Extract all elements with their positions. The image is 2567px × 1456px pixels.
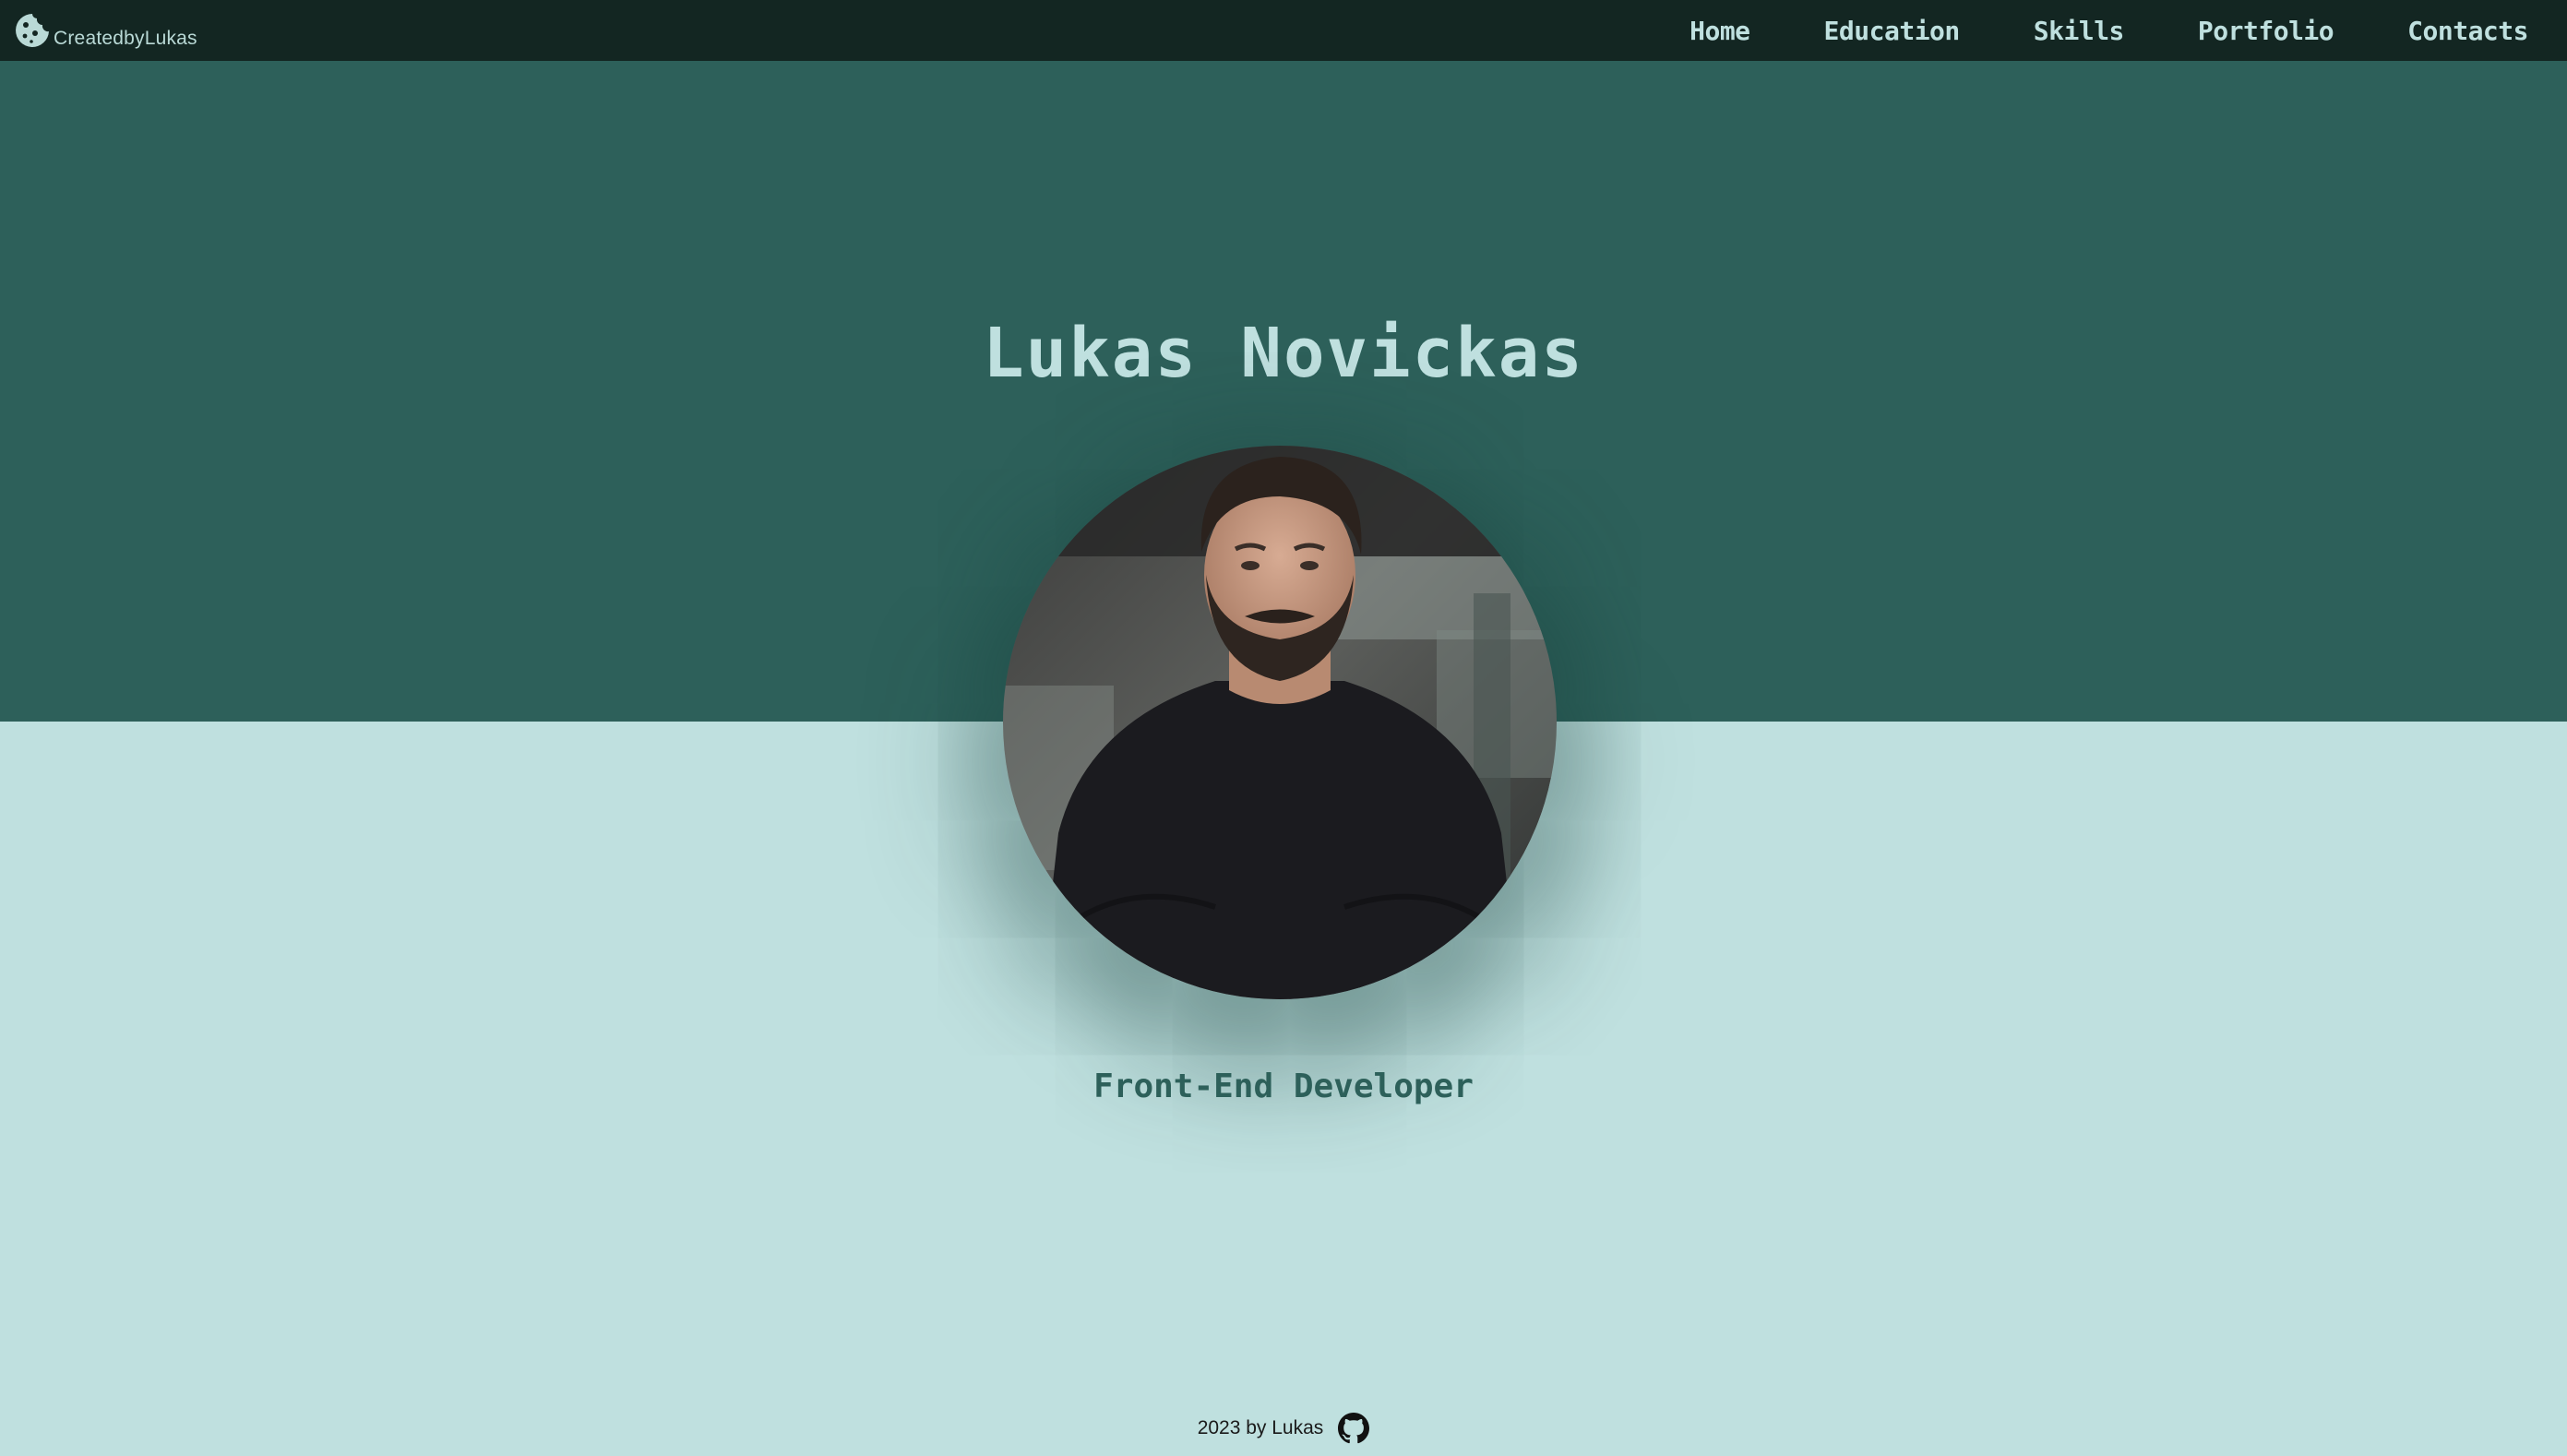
brand-logo[interactable]: CreatedbyLukas xyxy=(13,7,197,54)
profile-photo-image xyxy=(1003,446,1557,999)
cookie-icon xyxy=(16,14,49,47)
nav-link-home[interactable]: Home xyxy=(1689,16,1750,46)
page-footer: 2023 by Lukas xyxy=(0,1412,2567,1445)
nav-links: Home Education Skills Portfolio Contacts xyxy=(1616,16,2528,46)
nav-link-education[interactable]: Education xyxy=(1824,16,1961,46)
top-navbar: CreatedbyLukas Home Education Skills Por… xyxy=(0,0,2567,61)
brand-label: CreatedbyLukas xyxy=(54,28,197,49)
hero-subtitle: Front-End Developer xyxy=(1093,1068,1474,1105)
nav-link-portfolio[interactable]: Portfolio xyxy=(2198,16,2334,46)
hero-name: Lukas Novickas xyxy=(983,314,1584,393)
nav-link-contacts[interactable]: Contacts xyxy=(2407,16,2528,46)
profile-photo xyxy=(1003,446,1557,999)
nav-link-skills[interactable]: Skills xyxy=(2034,16,2125,46)
github-icon[interactable] xyxy=(1338,1413,1370,1444)
footer-copyright: 2023 by Lukas xyxy=(1197,1417,1324,1438)
